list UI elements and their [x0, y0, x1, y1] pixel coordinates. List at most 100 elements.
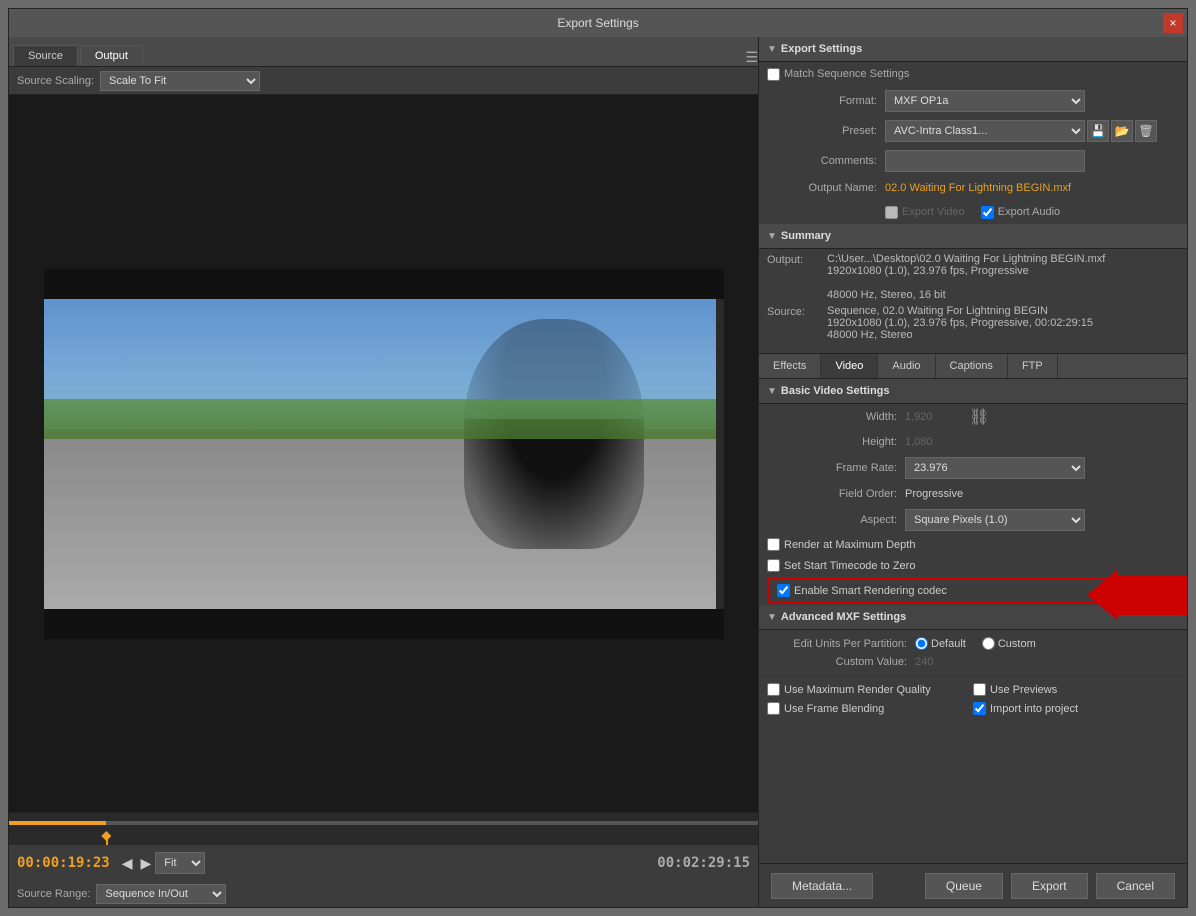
- export-settings-arrow: ▼: [767, 44, 777, 55]
- video-scrollbar[interactable]: [716, 299, 724, 609]
- summary-header[interactable]: ▼ Summary: [759, 224, 1187, 249]
- comments-label: Comments:: [767, 155, 877, 167]
- render-max-checkbox[interactable]: [767, 538, 780, 551]
- format-select[interactable]: MXF OP1a: [885, 90, 1085, 112]
- frame-rate-select[interactable]: 23.976 24 25 29.97 30: [905, 457, 1085, 479]
- import-into-project-checkbox[interactable]: [973, 702, 986, 715]
- use-max-render-checkbox[interactable]: [767, 683, 780, 696]
- preset-label: Preset:: [767, 125, 877, 137]
- summary-section: Output: C:\User...\Desktop\02.0 Waiting …: [759, 249, 1187, 353]
- tab-ftp[interactable]: FTP: [1008, 354, 1058, 378]
- preset-select[interactable]: AVC-Intra Class1...: [885, 120, 1085, 142]
- edit-units-label: Edit Units Per Partition:: [767, 638, 907, 650]
- output-name-row: Output Name: 02.0 Waiting For Lightning …: [759, 176, 1187, 200]
- format-row: Format: MXF OP1a: [759, 86, 1187, 116]
- right-tabs-row: Effects Video Audio Captions FTP: [759, 353, 1187, 379]
- timeline-bar[interactable]: [9, 813, 758, 833]
- smart-render-container: Enable Smart Rendering codec: [759, 578, 1187, 603]
- output-name-link[interactable]: 02.0 Waiting For Lightning BEGIN.mxf: [885, 182, 1071, 194]
- timeline-progress: [9, 821, 106, 825]
- comments-row: Comments:: [759, 146, 1187, 176]
- video-trees: [44, 399, 724, 439]
- video-scene: [44, 299, 724, 609]
- fit-select[interactable]: Fit 25% 50% 100%: [155, 852, 205, 874]
- default-radio-option: Default: [915, 637, 966, 650]
- start-timecode-row: Set Start Timecode to Zero: [759, 555, 1187, 576]
- import-into-project-label: Import into project: [990, 703, 1078, 715]
- height-row: Height: 1,080: [759, 430, 1187, 454]
- dialog-title: Export Settings: [557, 16, 638, 30]
- tab-output[interactable]: Output: [80, 45, 143, 66]
- match-sequence-row: Match Sequence Settings: [759, 62, 1187, 86]
- use-previews-label: Use Previews: [990, 684, 1057, 696]
- next-frame-button[interactable]: ▶: [137, 853, 156, 874]
- playhead-marker: [106, 833, 108, 845]
- link-dimensions-icon[interactable]: ⛓: [969, 407, 989, 427]
- tab-captions[interactable]: Captions: [936, 354, 1008, 378]
- video-top-bar: [44, 269, 724, 299]
- prev-frame-button[interactable]: ◀: [118, 853, 137, 874]
- video-bottom-bar: [44, 609, 724, 639]
- summary-output-label: Output:: [767, 253, 827, 266]
- save-preset-button[interactable]: 💾: [1087, 120, 1109, 142]
- render-max-label: Render at Maximum Depth: [784, 539, 915, 551]
- default-radio-label: Default: [931, 638, 966, 650]
- export-button[interactable]: Export: [1011, 873, 1088, 899]
- summary-source-val: Sequence, 02.0 Waiting For Lightning BEG…: [827, 305, 1179, 341]
- aspect-row: Aspect: Square Pixels (1.0): [759, 506, 1187, 534]
- source-scaling-select[interactable]: Scale To Fit Scale To Fill Stretch to Fi…: [100, 71, 260, 91]
- export-settings-title: Export Settings: [781, 43, 862, 55]
- field-order-label: Field Order:: [767, 488, 897, 500]
- export-dialog: Export Settings × Source Output ☰ Source…: [8, 8, 1188, 908]
- default-radio[interactable]: [915, 637, 928, 650]
- summary-source-label: Source:: [767, 305, 827, 318]
- export-audio-checkbox[interactable]: [981, 206, 994, 219]
- match-sequence-checkbox[interactable]: [767, 68, 780, 81]
- preset-row: Preset: AVC-Intra Class1... 💾 📂 🗑: [759, 116, 1187, 146]
- custom-value: 240: [915, 656, 933, 668]
- delete-preset-button[interactable]: 🗑: [1135, 120, 1157, 142]
- comments-input[interactable]: [885, 150, 1085, 172]
- source-range-select[interactable]: Sequence In/Out Work Area Entire Sequenc…: [96, 884, 226, 904]
- export-checks-row: Export Video Export Audio: [759, 200, 1187, 224]
- edit-units-row: Edit Units Per Partition: Default Custom: [767, 634, 1179, 653]
- width-row: Width: 1,920 ⛓: [759, 404, 1187, 430]
- cancel-button[interactable]: Cancel: [1096, 873, 1175, 899]
- use-max-render-label: Use Maximum Render Quality: [784, 684, 931, 696]
- menu-icon[interactable]: ☰: [745, 49, 758, 66]
- field-order-value: Progressive: [905, 488, 963, 500]
- custom-radio[interactable]: [982, 637, 995, 650]
- video-area: [9, 95, 758, 812]
- use-frame-blending-checkbox[interactable]: [767, 702, 780, 715]
- export-audio-label: Export Audio: [998, 206, 1060, 218]
- footer-bar: Metadata... Queue Export Cancel: [759, 863, 1187, 907]
- custom-radio-label: Custom: [998, 638, 1036, 650]
- tab-video[interactable]: Video: [821, 354, 878, 378]
- bottom-check-row-1: Use Maximum Render Quality Use Previews: [767, 680, 1179, 699]
- close-button[interactable]: ×: [1163, 13, 1183, 33]
- playhead-bar[interactable]: [9, 833, 758, 845]
- import-preset-button[interactable]: 📂: [1111, 120, 1133, 142]
- export-settings-header[interactable]: ▼ Export Settings: [759, 37, 1187, 62]
- advanced-mxf-section: Edit Units Per Partition: Default Custom…: [759, 630, 1187, 675]
- aspect-select[interactable]: Square Pixels (1.0): [905, 509, 1085, 531]
- basic-video-header[interactable]: ▼ Basic Video Settings: [759, 379, 1187, 404]
- timeline-track[interactable]: [9, 821, 758, 825]
- start-timecode-checkbox[interactable]: [767, 559, 780, 572]
- basic-video-arrow: ▼: [767, 386, 777, 397]
- advanced-mxf-header[interactable]: ▼ Advanced MXF Settings: [759, 605, 1187, 630]
- smart-render-label: Enable Smart Rendering codec: [794, 585, 947, 597]
- tab-effects[interactable]: Effects: [759, 354, 821, 378]
- metadata-button[interactable]: Metadata...: [771, 873, 873, 899]
- source-scaling-bar: Source Scaling: Scale To Fit Scale To Fi…: [9, 67, 758, 95]
- right-scroll[interactable]: ▼ Export Settings Match Sequence Setting…: [759, 37, 1187, 863]
- tab-audio[interactable]: Audio: [878, 354, 935, 378]
- export-video-checkbox[interactable]: [885, 206, 898, 219]
- basic-video-title: Basic Video Settings: [781, 385, 890, 397]
- width-value: 1,920: [905, 411, 965, 423]
- tab-source[interactable]: Source: [13, 45, 78, 66]
- height-value: 1,080: [905, 436, 965, 448]
- smart-render-checkbox[interactable]: [777, 584, 790, 597]
- queue-button[interactable]: Queue: [925, 873, 1003, 899]
- use-previews-checkbox[interactable]: [973, 683, 986, 696]
